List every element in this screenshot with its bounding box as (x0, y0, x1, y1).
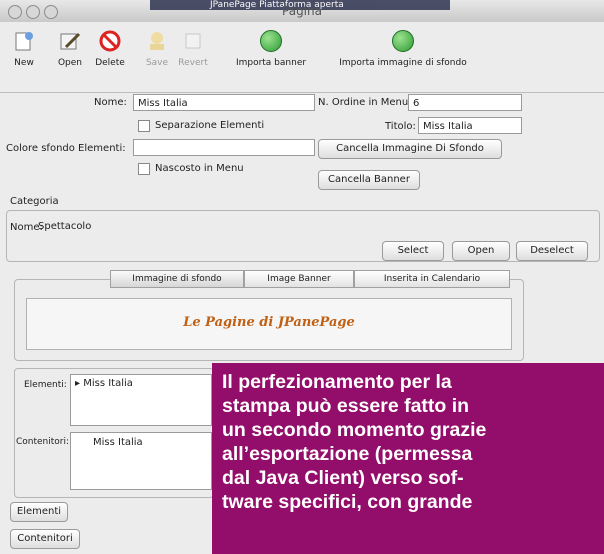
elementi-tree[interactable]: ▸ Miss Italia (70, 374, 212, 426)
categoria-nome-value: Spettacolo (38, 221, 92, 232)
cancella-sfondo-button[interactable]: Cancella Immagine Di Sfondo (318, 139, 502, 159)
import-background-label: Importa immagine di sfondo (339, 58, 467, 68)
ordine-field[interactable]: 6 (408, 94, 522, 111)
edit-pencil-icon (57, 28, 83, 54)
contenitori-button[interactable]: Contenitori (10, 529, 80, 549)
open-button[interactable]: Open (54, 28, 86, 68)
banner-logo-text: Le Pagine di JPanePage (183, 315, 355, 330)
tab-inserita-calendario[interactable]: Inserita in Calendario (354, 270, 510, 288)
tree-item-label: Miss Italia (83, 378, 133, 389)
forbidden-icon (97, 28, 123, 54)
new-document-icon (11, 28, 37, 54)
new-button[interactable]: New (10, 28, 38, 68)
titolo-label: Titolo: (385, 121, 416, 132)
colore-label: Colore sfondo Elementi: (6, 143, 126, 154)
import-banner-label: Importa banner (235, 58, 307, 68)
green-import-icon (390, 28, 416, 54)
nome-label: Nome: (94, 97, 127, 108)
categoria-title: Categoria (10, 196, 59, 207)
revert-label: Revert (178, 58, 208, 68)
contenitori-label: Contenitori: (16, 437, 70, 447)
caption-line-4: all’esportazione (permessa (222, 443, 473, 465)
save-button[interactable]: Save (142, 28, 172, 68)
new-label: New (14, 58, 34, 68)
elementi-button[interactable]: Elementi (10, 502, 68, 522)
title-bar: JPanePage Piattaforma aperta Pagina (0, 0, 604, 23)
revert-icon (180, 28, 206, 54)
nascosto-checkbox[interactable] (138, 163, 150, 175)
toolbar: New Open Delete Save Revert Importa bann… (0, 22, 604, 93)
green-import-icon (258, 28, 284, 54)
caption-line-3: un secondo momento grazie (222, 419, 487, 441)
elementi-label: Elementi: (24, 380, 67, 390)
contenitori-list[interactable]: Miss Italia (70, 432, 212, 490)
separazione-label: Separazione Elementi (155, 120, 265, 131)
caption-line-1: Il perfezionamento per la (222, 371, 452, 393)
tab-image-banner[interactable]: Image Banner (244, 270, 354, 288)
caption-overlay: Il perfezionamento per la stampa può ess… (212, 363, 604, 554)
tab-immagine-sfondo[interactable]: Immagine di sfondo (110, 270, 244, 288)
cancella-banner-button[interactable]: Cancella Banner (318, 170, 420, 190)
nascosto-label: Nascosto in Menu (155, 163, 244, 174)
deselect-button[interactable]: Deselect (516, 241, 588, 261)
delete-label: Delete (95, 58, 125, 68)
separazione-checkbox[interactable] (138, 120, 150, 132)
import-banner-button[interactable]: Importa banner (228, 28, 314, 68)
nome-field[interactable]: Miss Italia (133, 94, 315, 111)
window-title: Pagina (282, 4, 322, 18)
ordine-label: N. Ordine in Menu: (318, 97, 412, 108)
open-label: Open (57, 58, 83, 68)
titolo-field[interactable]: Miss Italia (418, 117, 522, 134)
import-background-button[interactable]: Importa immagine di sfondo (318, 28, 488, 68)
delete-button[interactable]: Delete (92, 28, 128, 68)
revert-button[interactable]: Revert (176, 28, 210, 68)
pagina-window: JPanePage Piattaforma aperta Pagina New … (0, 0, 604, 554)
save-label: Save (145, 58, 169, 68)
list-item[interactable]: Miss Italia (71, 433, 211, 448)
select-button[interactable]: Select (382, 241, 444, 261)
tree-item-miss-italia[interactable]: ▸ Miss Italia (71, 375, 211, 389)
colore-field[interactable] (133, 139, 315, 156)
caption-line-2: stampa può essere fatto in (222, 395, 470, 417)
save-icon (144, 28, 170, 54)
caption-line-6: tware specifici, con grande (222, 491, 473, 513)
open-categoria-button[interactable]: Open (452, 241, 510, 261)
caption-line-5: dal Java Client) verso sof- (222, 467, 464, 489)
disclosure-triangle-icon[interactable]: ▸ (75, 378, 80, 389)
banner-image-area: Le Pagine di JPanePage (26, 298, 512, 350)
